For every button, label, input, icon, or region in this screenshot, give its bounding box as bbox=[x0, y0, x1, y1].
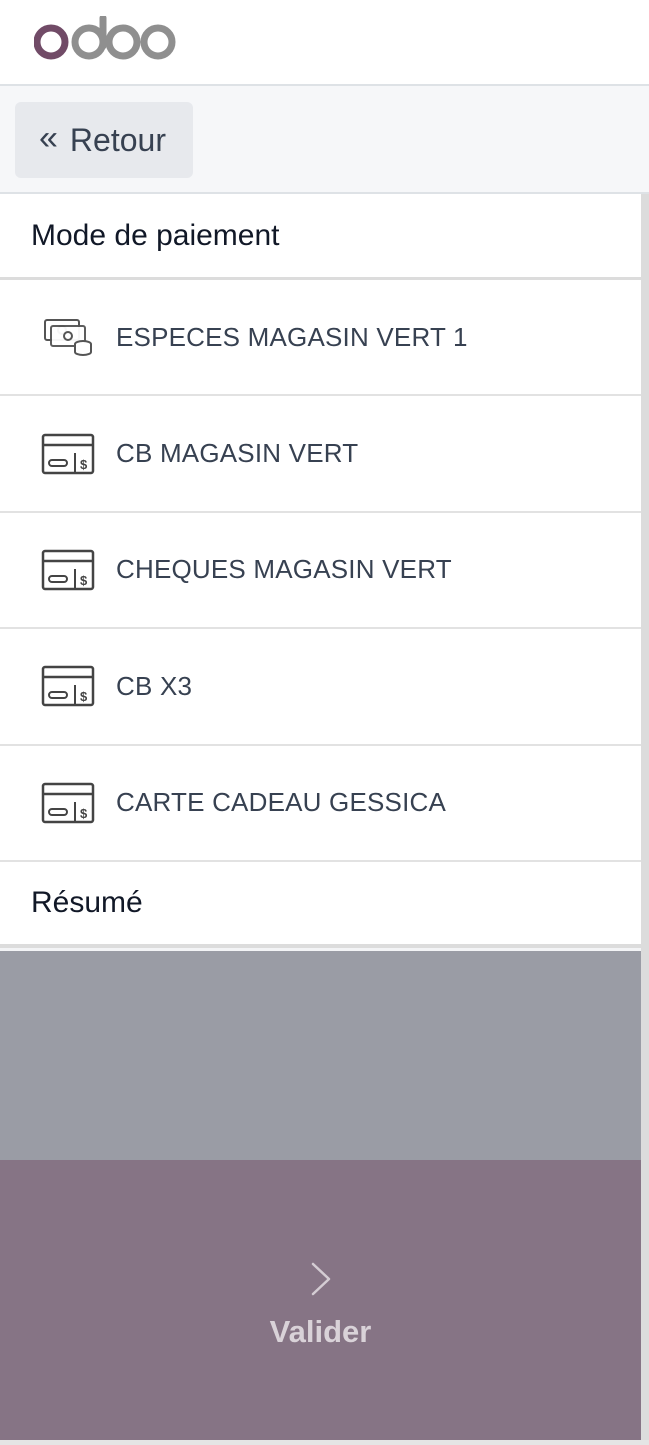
pos-payment-screen: « Retour Mode de paiement ESPECES MAGASI… bbox=[0, 0, 649, 1445]
scrollbar[interactable] bbox=[641, 194, 649, 1445]
svg-text:$: $ bbox=[80, 806, 88, 821]
svg-text:$: $ bbox=[80, 689, 88, 704]
svg-text:$: $ bbox=[80, 457, 88, 472]
validate-button[interactable]: Valider bbox=[0, 1160, 641, 1440]
card-icon: $ bbox=[40, 666, 96, 707]
payment-method-especes[interactable]: ESPECES MAGASIN VERT 1 bbox=[0, 280, 641, 397]
payment-method-label: CB MAGASIN VERT bbox=[116, 438, 359, 469]
payment-method-cheques[interactable]: $ CHEQUES MAGASIN VERT bbox=[0, 513, 641, 630]
summary-heading: Résumé bbox=[0, 862, 641, 948]
card-icon: $ bbox=[40, 549, 96, 591]
svg-text:$: $ bbox=[80, 573, 88, 588]
card-icon: $ bbox=[40, 433, 96, 474]
odoo-logo bbox=[33, 14, 178, 69]
validate-button-label: Valider bbox=[269, 1313, 372, 1349]
bottom-divider bbox=[0, 1440, 649, 1445]
card-icon: $ bbox=[40, 782, 96, 823]
back-bar: « Retour bbox=[0, 86, 649, 194]
payment-method-carte-cadeau[interactable]: $ CARTE CADEAU GESSICA bbox=[0, 746, 641, 862]
payment-method-label: CB X3 bbox=[116, 670, 193, 701]
top-bar bbox=[0, 0, 649, 86]
payment-method-label: CHEQUES MAGASIN VERT bbox=[116, 554, 452, 585]
payment-method-cb[interactable]: $ CB MAGASIN VERT bbox=[0, 396, 641, 513]
payment-method-label: ESPECES MAGASIN VERT 1 bbox=[116, 321, 468, 352]
payment-methods-heading: Mode de paiement bbox=[0, 194, 641, 280]
chevron-right-icon bbox=[309, 1261, 333, 1302]
double-chevron-left-icon: « bbox=[39, 119, 58, 157]
payment-panel: Mode de paiement ESPECES MAGASIN VERT 1 bbox=[0, 194, 641, 948]
back-button-label: Retour bbox=[69, 121, 166, 158]
payment-method-label: CARTE CADEAU GESSICA bbox=[116, 787, 447, 818]
payment-method-cb-x3[interactable]: $ CB X3 bbox=[0, 629, 641, 746]
summary-area bbox=[0, 951, 641, 1160]
cash-icon bbox=[40, 317, 96, 357]
payment-method-list: ESPECES MAGASIN VERT 1 $ CB MAGASIN VERT bbox=[0, 280, 641, 862]
back-button[interactable]: « Retour bbox=[15, 102, 193, 178]
